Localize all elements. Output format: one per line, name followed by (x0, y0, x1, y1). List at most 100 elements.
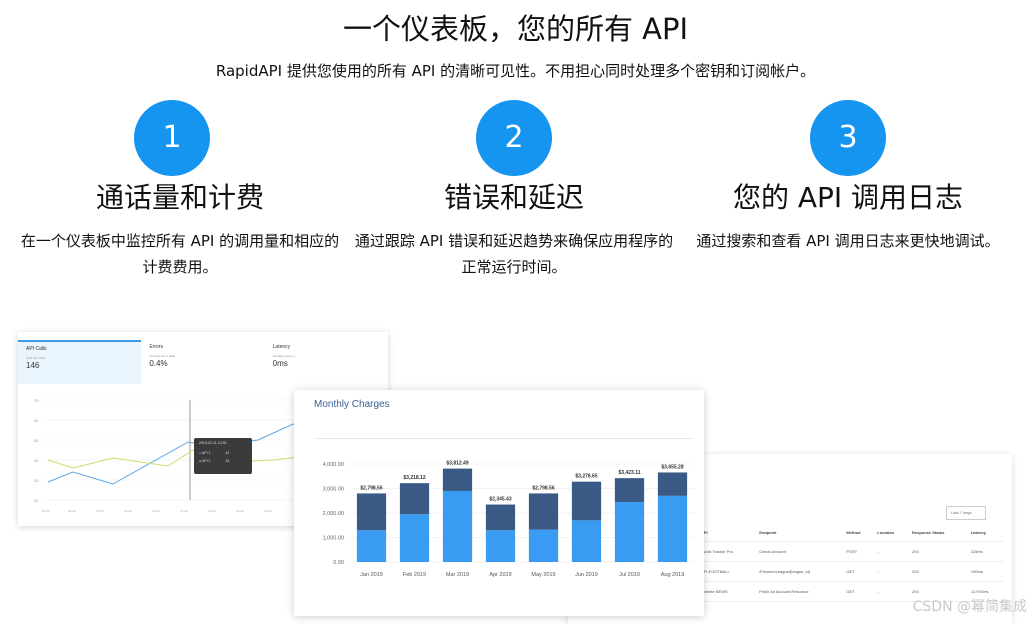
tooltip-date: 2019-02-11 12:30 (199, 441, 227, 445)
table-row[interactable]: Covid Tracker Pro Check Account POST - 2… (698, 541, 1004, 562)
date-range-select[interactable]: Last 7 days (946, 506, 986, 520)
x-tick-label: Jul 2019 (619, 572, 640, 578)
y-tick: 40 (34, 458, 39, 463)
tooltip-label: API 1 (201, 451, 211, 455)
bar-segment-secondary[interactable] (442, 468, 473, 491)
x-tick-label: Apr 2019 (489, 572, 511, 578)
y-tick-label: 2,000.00 (323, 511, 344, 517)
cell-location: - (874, 561, 909, 582)
column-header: Method (843, 524, 875, 542)
stat-sub: Average Error Rate (149, 354, 176, 358)
bar-total-label: $3,812.49 (446, 461, 468, 467)
svg-text:00:00: 00:00 (42, 509, 50, 513)
cell-method: GET (843, 561, 875, 582)
bar-segment-primary[interactable] (571, 520, 602, 562)
feature-title: 通话量和计费 (95, 181, 264, 214)
table-row[interactable]: API-FOOTBALL /Fixtures/League/{league_id… (698, 561, 1004, 582)
table-header-row: API Endpoint Method Location Response St… (698, 524, 1004, 542)
tooltip-label: API 2 (201, 459, 211, 463)
bar-total-label: $2,345.43 (489, 497, 511, 503)
cell-api: Covid Tracker Pro (698, 541, 757, 562)
column-header: Latency (967, 524, 1004, 542)
cell-method: POST (843, 541, 875, 562)
logs-table: API Endpoint Method Location Response St… (698, 524, 1004, 602)
series-line-api-2 (47, 449, 309, 469)
x-tick-label: Jan 2019 (360, 572, 383, 578)
bar-total-label: $3,218.12 (403, 475, 425, 481)
svg-text:02:00: 02:00 (264, 509, 272, 513)
cell-location: - (874, 541, 909, 562)
bar-total-label: $3,423.11 (619, 470, 641, 476)
feature-3: 3 您的 API 调用日志 通过搜索和查看 API 调用日志来更快地调试。 (678, 100, 1018, 254)
column-header: API (698, 524, 757, 542)
hero-subtitle: RapidAPI 提供您使用的所有 API 的清晰可见性。不用担心同时处理多个密… (215, 62, 816, 80)
y-tick: 30 (34, 478, 39, 483)
column-header: Location (874, 524, 909, 542)
bar-segment-primary[interactable] (657, 495, 688, 562)
y-tick-label: 0.00 (333, 560, 344, 566)
cell-location: - (874, 581, 909, 602)
column-header: Endpoint (756, 524, 844, 542)
step-number-badge: 2 (476, 100, 552, 176)
bar-segment-secondary[interactable] (485, 504, 516, 531)
cell-endpoint: Check Account (756, 541, 844, 562)
bar-segment-primary[interactable] (485, 530, 516, 562)
y-tick-label: 3,000.00 (323, 487, 344, 493)
svg-text:10:00: 10:00 (124, 509, 132, 513)
feature-description: 通过搜索和查看 API 调用日志来更快地调试。 (696, 232, 1000, 250)
y-tick: 50 (34, 438, 39, 443)
cell-status: 200 (909, 561, 968, 582)
feature-description: 在一个仪表板中监控所有 API 的调用量和相应的计费费用。 (20, 232, 340, 276)
tooltip-value: 42 (225, 451, 230, 455)
stat-value: 0ms (272, 359, 288, 368)
chart-tooltip: 2019-02-11 12:30 ● API 1 42 ● API 2 33 (194, 438, 252, 474)
stat-api-calls[interactable]: API Calls Total API Calls 146 (18, 340, 142, 384)
stats-bar: API Calls Total API Calls 146 Errors Ave… (18, 340, 388, 384)
bar-segment-primary[interactable] (356, 530, 387, 562)
bar-total-label: $3,655.28 (661, 464, 683, 470)
bar-segment-secondary[interactable] (657, 472, 688, 496)
series-line-api-1 (47, 423, 309, 485)
monthly-charges-chart: 4,000.00 3,000.00 2,000.00 1,000.00 0.00 $2,7… (323, 461, 694, 578)
svg-text:23:00: 23:00 (236, 509, 244, 513)
cell-endpoint: /Fixtures/League/{league_id} (756, 561, 844, 582)
svg-text:17:00: 17:00 (180, 509, 188, 513)
feature-title: 错误和延迟 (443, 181, 584, 214)
stat-sub: Average Latency (272, 354, 296, 358)
stat-value: 0.4% (149, 359, 168, 368)
feature-title: 您的 API 调用日志 (732, 181, 964, 214)
stat-label: API Calls (26, 346, 47, 352)
bar-total-label: $3,278.65 (575, 474, 597, 480)
cell-method: GET (843, 581, 875, 602)
bar-segment-primary[interactable] (614, 501, 645, 562)
bar-segment-secondary[interactable] (614, 478, 645, 502)
bar-segment-secondary[interactable] (399, 483, 430, 515)
bar-segment-primary[interactable] (442, 490, 473, 562)
cell-endpoint: Fetch An Account Resource (756, 581, 844, 602)
bar-segment-primary[interactable] (528, 529, 559, 562)
x-tick-label: May 2019 (531, 572, 555, 578)
svg-text:13:00: 13:00 (152, 509, 160, 513)
feature-1: 1 通话量和计费 在一个仪表板中监控所有 API 的调用量和相应的计费费用。 (10, 100, 350, 280)
hero-title: 一个仪表板，您的所有 API (342, 12, 689, 46)
y-tick-label: 1,000.00 (323, 536, 344, 542)
bar-segment-primary[interactable] (399, 514, 430, 562)
cell-status: 200 (909, 541, 968, 562)
step-number-badge: 1 (134, 100, 210, 176)
monthly-charges-card: Monthly Charges 4,000.00 3,000.00 2,000.00… (294, 390, 704, 616)
y-tick: 20 (34, 498, 39, 503)
stat-label: Latency (272, 344, 291, 350)
tooltip-value: 33 (225, 459, 230, 463)
stat-errors[interactable]: Errors Average Error Rate 0.4% (141, 340, 264, 384)
stat-value: 146 (26, 361, 40, 370)
stat-latency[interactable]: Latency Average Latency 0ms (265, 340, 388, 384)
svg-text:07:00: 07:00 (96, 509, 104, 513)
bar-segment-secondary[interactable] (528, 493, 559, 530)
bar-total-label: $2,798.56 (532, 485, 554, 491)
bar-segment-secondary[interactable] (356, 493, 387, 531)
svg-text:20:00: 20:00 (208, 509, 216, 513)
bar-segment-secondary[interactable] (571, 481, 602, 521)
stat-label: Errors (149, 344, 163, 350)
bar-total-label: $2,798.56 (360, 485, 382, 491)
y-tick: 60 (34, 418, 39, 423)
